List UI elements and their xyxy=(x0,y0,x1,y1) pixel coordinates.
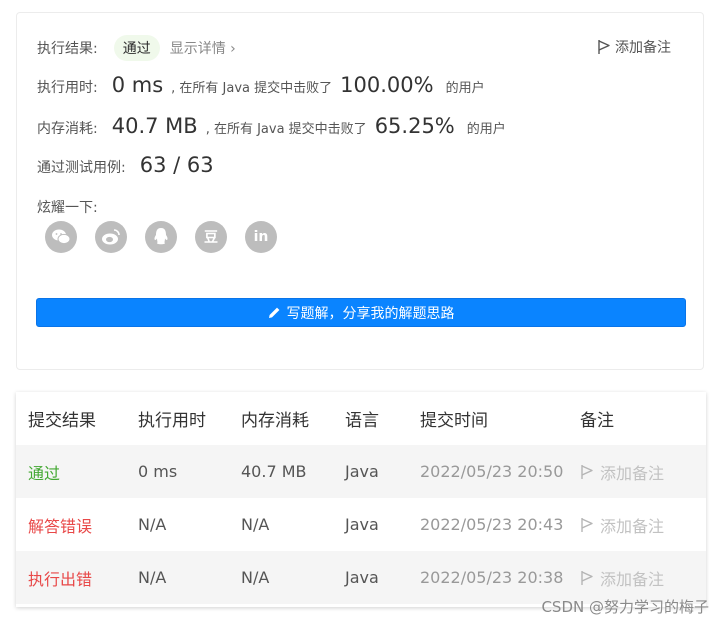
flag-icon xyxy=(598,40,610,54)
runtime-label: 执行用时: xyxy=(37,80,98,96)
row-runtime: N/A xyxy=(138,515,167,534)
tests-value: 63 / 63 xyxy=(139,153,214,177)
row-result[interactable]: 解答错误 xyxy=(16,513,138,537)
table-row[interactable]: 解答错误 N/A N/A Java 2022/05/23 20:43 添加备注 xyxy=(16,498,706,551)
row-add-note[interactable]: 添加备注 xyxy=(580,460,706,484)
memory-row: 内存消耗: 40.7 MB , 在所有 Java 提交中击败了 65.25% 的… xyxy=(37,114,506,138)
weibo-icon[interactable] xyxy=(95,221,127,253)
row-memory: N/A xyxy=(241,515,270,534)
row-result[interactable]: 执行出错 xyxy=(16,566,138,590)
submissions-table: 提交结果 执行用时 内存消耗 语言 提交时间 备注 通过 0 ms 40.7 M… xyxy=(16,392,706,607)
share-label: 炫耀一下: xyxy=(37,200,98,216)
row-time: 2022/05/23 20:50 xyxy=(420,462,564,481)
qq-icon[interactable] xyxy=(145,221,177,253)
row-note-label: 添加备注 xyxy=(600,569,665,589)
flag-icon xyxy=(581,570,593,585)
row-memory: 40.7 MB xyxy=(241,462,307,481)
result-card: 执行结果: 通过 显示详情 › 添加备注 执行用时: 0 ms , 在所有 Ja… xyxy=(16,12,704,370)
watermark: CSDN @努力学习的梅子 xyxy=(541,598,709,616)
memory-suffix: 的用户 xyxy=(466,122,506,137)
row-note-label: 添加备注 xyxy=(600,516,665,536)
runtime-prefix: , 在所有 Java 提交中击败了 xyxy=(171,81,333,96)
row-language: Java xyxy=(345,462,379,481)
result-row: 执行结果: 通过 显示详情 › xyxy=(37,35,236,61)
add-note-button[interactable]: 添加备注 xyxy=(597,37,671,57)
row-language: Java xyxy=(345,568,379,587)
header-note: 备注 xyxy=(580,411,614,431)
memory-value: 40.7 MB xyxy=(111,114,198,138)
row-runtime: 0 ms xyxy=(138,462,178,481)
runtime-percent: 100.00% xyxy=(340,73,434,97)
row-note-label: 添加备注 xyxy=(600,463,665,483)
header-runtime: 执行用时 xyxy=(138,411,206,431)
tests-label: 通过测试用例: xyxy=(37,160,126,176)
table-row[interactable]: 通过 0 ms 40.7 MB Java 2022/05/23 20:50 添加… xyxy=(16,445,706,498)
header-time: 提交时间 xyxy=(420,411,488,431)
douban-icon[interactable]: 豆 xyxy=(195,221,227,253)
write-solution-button[interactable]: 写题解，分享我的解题思路 xyxy=(36,298,686,327)
memory-prefix: , 在所有 Java 提交中击败了 xyxy=(205,122,367,137)
linkedin-icon[interactable]: in xyxy=(245,221,277,253)
row-runtime: N/A xyxy=(138,568,167,587)
row-language: Java xyxy=(345,515,379,534)
row-memory: N/A xyxy=(241,568,270,587)
header-result: 提交结果 xyxy=(28,411,96,431)
header-language: 语言 xyxy=(345,411,379,431)
table-header: 提交结果 执行用时 内存消耗 语言 提交时间 备注 xyxy=(16,392,706,445)
status-badge: 通过 xyxy=(113,35,160,61)
pencil-icon xyxy=(268,307,279,318)
flag-icon xyxy=(581,464,593,479)
row-time: 2022/05/23 20:38 xyxy=(420,568,564,587)
header-memory: 内存消耗 xyxy=(241,411,309,431)
result-label: 执行结果: xyxy=(37,41,98,57)
memory-label: 内存消耗: xyxy=(37,121,98,137)
row-time: 2022/05/23 20:43 xyxy=(420,515,564,534)
show-details-link[interactable]: 显示详情 › xyxy=(170,38,236,58)
row-add-note[interactable]: 添加备注 xyxy=(580,566,706,590)
row-add-note[interactable]: 添加备注 xyxy=(580,513,706,537)
tests-row: 通过测试用例: 63 / 63 xyxy=(37,153,214,177)
share-icons: 豆 in xyxy=(45,221,277,253)
memory-percent: 65.25% xyxy=(374,114,455,138)
add-note-label: 添加备注 xyxy=(615,40,671,56)
wechat-icon[interactable] xyxy=(45,221,77,253)
runtime-value: 0 ms xyxy=(111,73,164,97)
runtime-suffix: 的用户 xyxy=(445,81,485,96)
row-result[interactable]: 通过 xyxy=(16,460,138,484)
runtime-row: 执行用时: 0 ms , 在所有 Java 提交中击败了 100.00% 的用户 xyxy=(37,73,485,97)
write-solution-label: 写题解，分享我的解题思路 xyxy=(286,305,455,322)
flag-icon xyxy=(581,517,593,532)
share-row: 炫耀一下: xyxy=(37,197,98,217)
